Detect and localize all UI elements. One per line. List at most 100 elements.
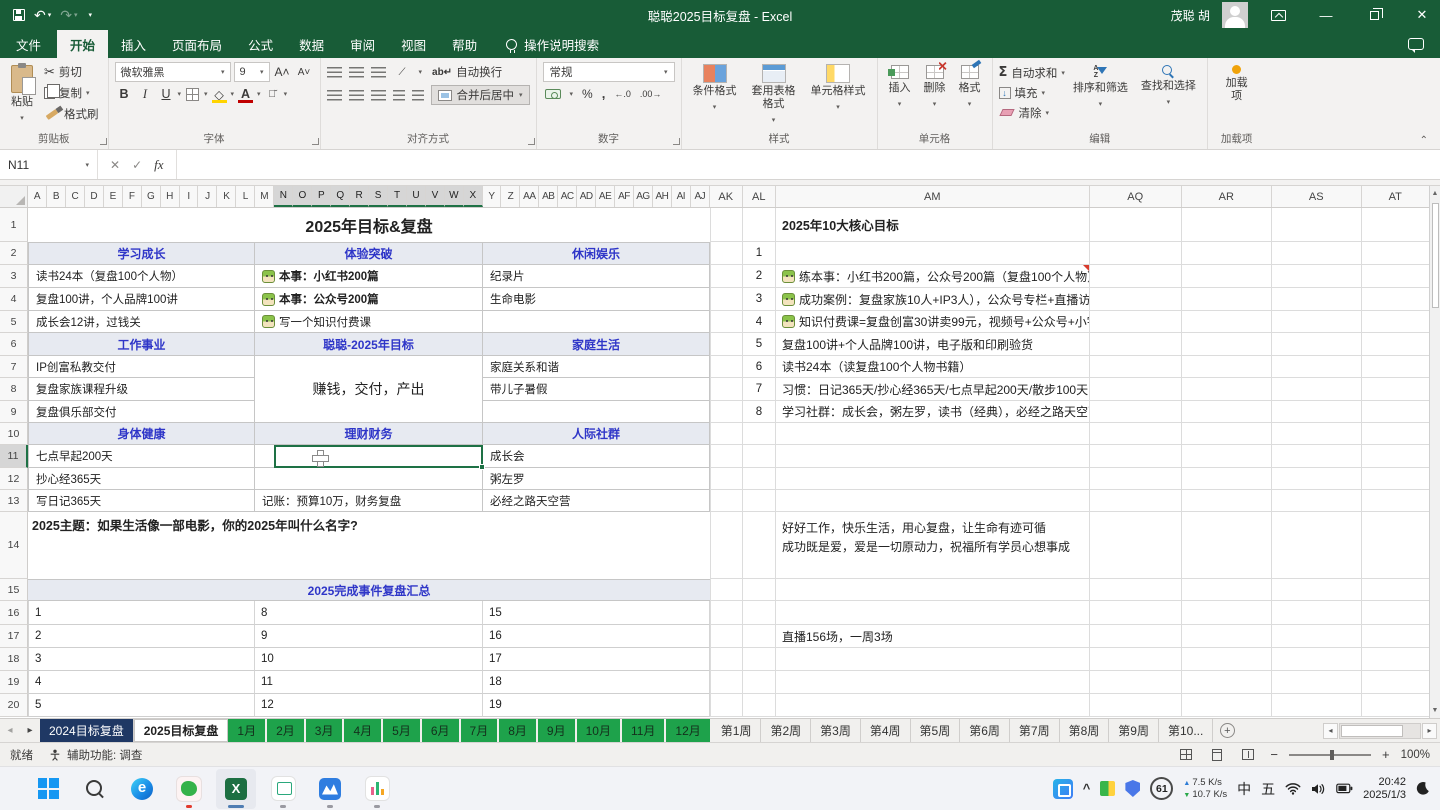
column-header[interactable]: AM bbox=[776, 186, 1090, 207]
cell[interactable] bbox=[776, 423, 1090, 445]
cell[interactable] bbox=[1182, 671, 1272, 694]
font-color-button[interactable]: A bbox=[236, 84, 255, 104]
vertical-scrollbar[interactable]: ▲ ▼ bbox=[1429, 186, 1440, 718]
cell[interactable] bbox=[1272, 601, 1362, 625]
menu-tab[interactable]: 视图 bbox=[388, 30, 439, 58]
column-header[interactable]: A bbox=[28, 186, 47, 207]
cell[interactable]: 17 bbox=[483, 648, 710, 671]
cell[interactable]: 2025主题：如果生活像一部电影，你的2025年叫什么名字? bbox=[28, 512, 710, 579]
column-header[interactable]: L bbox=[236, 186, 255, 207]
cell[interactable] bbox=[1090, 242, 1182, 265]
cell[interactable] bbox=[1362, 671, 1430, 694]
column-header[interactable]: R bbox=[350, 186, 369, 207]
cell[interactable] bbox=[1362, 356, 1430, 378]
column-header[interactable]: AG bbox=[634, 186, 653, 207]
tab-scroll-right-icon[interactable]: ▸ bbox=[20, 719, 40, 742]
column-header[interactable]: AH bbox=[653, 186, 672, 207]
borders-button[interactable] bbox=[183, 84, 202, 104]
cell[interactable] bbox=[710, 601, 743, 625]
cell[interactable] bbox=[1090, 265, 1182, 288]
column-header[interactable]: E bbox=[104, 186, 123, 207]
edge-button[interactable] bbox=[122, 769, 162, 809]
italic-button[interactable]: I bbox=[136, 84, 155, 104]
cell[interactable] bbox=[776, 671, 1090, 694]
sheet-tab-month[interactable]: 2月 bbox=[267, 719, 306, 742]
cell[interactable] bbox=[776, 468, 1090, 490]
cell[interactable]: 习惯：日记365天/抄心经365天/七点早起200天/散步100天 bbox=[776, 378, 1090, 401]
tab-scroll-left-icon[interactable]: ◂ bbox=[0, 719, 20, 742]
excel-button[interactable] bbox=[216, 769, 256, 809]
delete-cells-button[interactable]: 删除▾ bbox=[919, 62, 951, 114]
sheet-tab-month[interactable]: 11月 bbox=[622, 719, 666, 742]
zoom-out-button[interactable]: − bbox=[1268, 747, 1280, 762]
cell[interactable] bbox=[1182, 208, 1272, 242]
fill-color-button[interactable]: ◇ bbox=[210, 84, 229, 104]
cell[interactable]: 4 bbox=[743, 311, 776, 333]
cell[interactable]: 18 bbox=[483, 671, 710, 694]
cell[interactable] bbox=[743, 490, 776, 512]
column-header[interactable]: AL bbox=[743, 186, 776, 207]
security-score-badge[interactable]: 61 bbox=[1150, 777, 1173, 800]
sheet-tab-week[interactable]: 第4周 bbox=[861, 719, 911, 742]
menu-tab[interactable]: 开始 bbox=[57, 30, 108, 58]
sheet-tab-month[interactable]: 3月 bbox=[306, 719, 345, 742]
start-button[interactable] bbox=[28, 769, 68, 809]
new-sheet-button[interactable]: + bbox=[1213, 719, 1241, 742]
cell[interactable] bbox=[483, 311, 710, 333]
cell[interactable] bbox=[1090, 512, 1182, 579]
column-header[interactable]: S bbox=[369, 186, 388, 207]
cell[interactable] bbox=[1272, 694, 1362, 717]
cell[interactable] bbox=[710, 625, 743, 648]
cell[interactable]: 1 bbox=[28, 601, 255, 625]
cell[interactable] bbox=[1272, 671, 1362, 694]
cell[interactable] bbox=[743, 579, 776, 601]
row-header[interactable]: 6 bbox=[0, 333, 28, 356]
sheet-tab-week[interactable]: 第2周 bbox=[761, 719, 811, 742]
row-header[interactable]: 18 bbox=[0, 648, 28, 671]
cell[interactable]: 赚钱，交付，产出 bbox=[255, 356, 483, 423]
cell[interactable]: 5 bbox=[743, 333, 776, 356]
cell[interactable] bbox=[1362, 468, 1430, 490]
menu-tab[interactable]: 帮助 bbox=[439, 30, 490, 58]
cell[interactable] bbox=[743, 671, 776, 694]
cell[interactable] bbox=[1090, 288, 1182, 311]
shield-icon[interactable] bbox=[1125, 780, 1140, 797]
cell[interactable] bbox=[1182, 601, 1272, 625]
cell[interactable] bbox=[1272, 490, 1362, 512]
ime-shape[interactable]: 五 bbox=[1261, 779, 1275, 799]
row-header[interactable]: 11 bbox=[0, 445, 28, 468]
scroll-thumb[interactable] bbox=[1432, 203, 1439, 308]
cell[interactable] bbox=[743, 694, 776, 717]
cut-button[interactable]: ✂剪切 bbox=[41, 62, 102, 82]
cell[interactable] bbox=[1090, 378, 1182, 401]
sheet-tab-month[interactable]: 5月 bbox=[383, 719, 422, 742]
cell[interactable] bbox=[1090, 423, 1182, 445]
cell[interactable] bbox=[1272, 512, 1362, 579]
number-format-select[interactable]: 常规▾ bbox=[543, 62, 675, 82]
cell[interactable] bbox=[1182, 311, 1272, 333]
cell[interactable] bbox=[1090, 625, 1182, 648]
cell[interactable] bbox=[1362, 333, 1430, 356]
cell[interactable] bbox=[1182, 490, 1272, 512]
cell[interactable] bbox=[1090, 694, 1182, 717]
cell[interactable] bbox=[710, 265, 743, 288]
cell[interactable] bbox=[1362, 601, 1430, 625]
column-header[interactable]: AT bbox=[1362, 186, 1430, 207]
decrease-decimal-button[interactable]: .00→ bbox=[640, 89, 662, 99]
chart-app-button[interactable] bbox=[357, 769, 397, 809]
cell[interactable] bbox=[1182, 694, 1272, 717]
cell[interactable] bbox=[743, 512, 776, 579]
cell[interactable]: 复盘俱乐部交付 bbox=[28, 401, 255, 423]
cell[interactable] bbox=[710, 648, 743, 671]
sheet-tab-month[interactable]: 12月 bbox=[666, 719, 711, 742]
cell[interactable]: 写日记365天 bbox=[28, 490, 255, 512]
enter-icon[interactable]: ✓ bbox=[132, 158, 142, 172]
cell[interactable]: 6 bbox=[743, 356, 776, 378]
cell[interactable]: 成长会 bbox=[483, 445, 710, 468]
ribbon-display-options-button[interactable] bbox=[1260, 0, 1296, 30]
sheet-tab-week[interactable]: 第6周 bbox=[960, 719, 1010, 742]
align-top-icon[interactable] bbox=[327, 67, 342, 78]
row-header[interactable]: 17 bbox=[0, 625, 28, 648]
sheet-tab-week[interactable]: 第10... bbox=[1159, 719, 1213, 742]
dialog-launcher-icon[interactable] bbox=[673, 138, 680, 145]
